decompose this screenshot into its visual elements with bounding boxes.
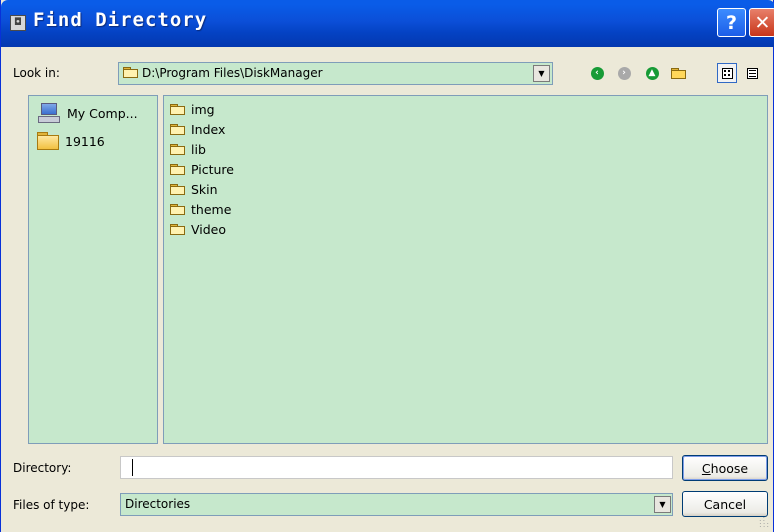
file-name: Index bbox=[191, 121, 226, 137]
text-caret bbox=[132, 459, 133, 476]
look-in-path: D:\Program Files\DiskManager bbox=[142, 66, 323, 80]
window-title: Find Directory bbox=[33, 9, 208, 31]
folder-icon bbox=[170, 143, 185, 155]
files-of-type-label: Files of type: bbox=[13, 498, 90, 512]
detail-view-icon bbox=[746, 67, 758, 79]
file-name: lib bbox=[191, 141, 206, 157]
file-name: Picture bbox=[191, 161, 234, 177]
back-arrow-icon: ‹ bbox=[590, 66, 604, 80]
look-in-dropdown-arrow[interactable]: ▼ bbox=[533, 65, 550, 82]
new-folder-button[interactable] bbox=[667, 62, 689, 84]
list-item[interactable]: Skin bbox=[170, 180, 218, 198]
look-in-combo[interactable]: D:\Program Files\DiskManager ▼ bbox=[118, 62, 553, 85]
list-view-icon bbox=[721, 67, 733, 79]
find-directory-dialog: ◘ Find Directory ? ✕ Look in: D:\Program… bbox=[0, 0, 774, 532]
file-name: Skin bbox=[191, 181, 218, 197]
sidebar-item-label: My Comp... bbox=[67, 105, 138, 121]
cancel-button[interactable]: Cancel bbox=[682, 491, 768, 517]
folder-icon bbox=[170, 183, 185, 195]
forward-button[interactable]: › bbox=[613, 62, 635, 84]
file-name: img bbox=[191, 101, 215, 117]
files-of-type-dropdown-arrow[interactable]: ▼ bbox=[654, 496, 671, 513]
list-item[interactable]: Index bbox=[170, 120, 225, 138]
list-item[interactable]: img bbox=[170, 100, 215, 118]
list-item[interactable]: Video bbox=[170, 220, 226, 238]
folder-icon bbox=[170, 223, 185, 235]
directory-input[interactable] bbox=[120, 456, 673, 479]
files-of-type-value: Directories bbox=[125, 497, 191, 511]
detail-view-button[interactable] bbox=[742, 63, 762, 83]
folder-icon bbox=[37, 132, 59, 150]
list-item[interactable]: lib bbox=[170, 140, 206, 158]
list-item[interactable]: Picture bbox=[170, 160, 234, 178]
back-button[interactable]: ‹ bbox=[586, 62, 608, 84]
sidebar-item-label: 19116 bbox=[65, 133, 105, 149]
file-list[interactable]: img Index lib Picture Skin theme Video bbox=[163, 95, 768, 444]
look-in-label: Look in: bbox=[13, 66, 60, 80]
choose-accelerator: C bbox=[701, 460, 711, 476]
close-button[interactable]: ✕ bbox=[749, 8, 774, 37]
choose-label: hoose bbox=[710, 460, 749, 476]
file-name: Video bbox=[191, 221, 227, 237]
parent-directory-button[interactable]: ▲ bbox=[641, 62, 663, 84]
choose-button[interactable]: Choose bbox=[682, 455, 768, 481]
folder-icon bbox=[170, 123, 185, 135]
sidebar-places: My Comp... 19116 bbox=[28, 95, 158, 444]
up-arrow-icon: ▲ bbox=[645, 66, 659, 80]
forward-arrow-icon: › bbox=[617, 66, 631, 80]
file-name: theme bbox=[191, 201, 232, 217]
computer-icon bbox=[37, 102, 61, 124]
sidebar-item-my-computer[interactable]: My Comp... bbox=[37, 102, 138, 124]
list-item[interactable]: theme bbox=[170, 200, 231, 218]
list-view-button[interactable] bbox=[717, 63, 737, 83]
folder-icon bbox=[123, 67, 138, 78]
title-bar[interactable]: ◘ Find Directory ? ✕ bbox=[1, 0, 774, 47]
help-button[interactable]: ? bbox=[717, 8, 746, 37]
directory-label: Directory: bbox=[13, 461, 72, 475]
window-menu-icon[interactable]: ◘ bbox=[10, 15, 26, 31]
folder-icon bbox=[170, 163, 185, 175]
folder-icon bbox=[170, 103, 185, 115]
folder-icon bbox=[170, 203, 185, 215]
new-folder-icon bbox=[670, 67, 686, 79]
resize-grip-icon[interactable]: .:::: bbox=[759, 515, 771, 529]
files-of-type-combo[interactable]: Directories ▼ bbox=[120, 493, 673, 516]
sidebar-item-19116[interactable]: 19116 bbox=[37, 130, 105, 152]
